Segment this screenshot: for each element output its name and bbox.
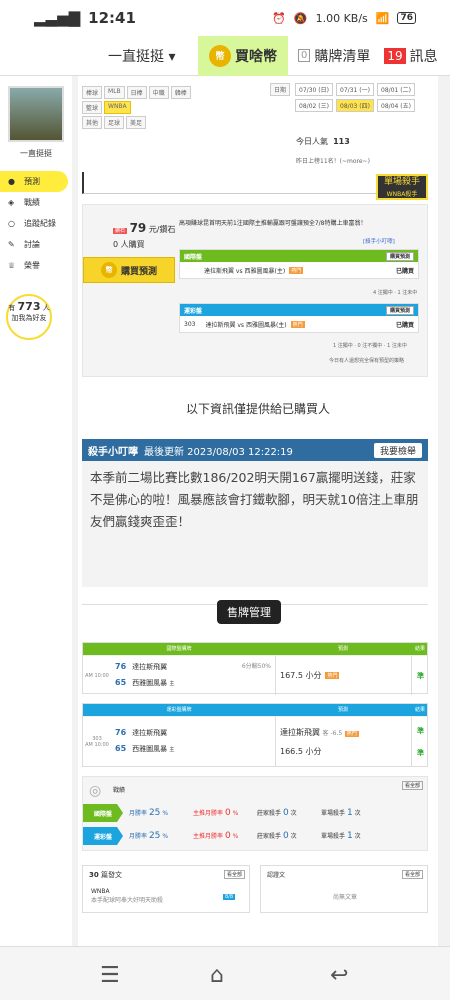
tag-cpbl[interactable]: 中職 [148,86,169,99]
status-bar: ▂▃▅▇ 12:41 ⏰ 🔕 1.00 KB/s 📶 76 [0,0,450,36]
sidebar-item-honor[interactable]: ♕ 榮譽 [0,255,72,276]
today-popularity: 今日人氣 113 [296,137,350,146]
intro-text: 高項賺球昆首明天前1注國際主推輸贏跟可盤讓預全7/8特購上車富翁！ [179,220,367,227]
message-count: 19 [384,47,406,64]
table-row: AM 10:00 76 達拉斯飛翼 6分輸50% 65 西雅圖風暴 主 167.5 小分… [83,655,427,695]
tag-label: 其他 [82,116,103,129]
tw-buy-button[interactable]: 購買預測 [385,305,414,315]
record-icon: ◈ [8,198,15,207]
report-button[interactable]: 我要檢舉 [373,442,422,458]
top-nav: 一直挺挺 ▾ 幣 買啥幣 0 購牌清單 19 訊息 [0,35,450,76]
honor-icon: ♕ [8,261,16,270]
user-dropdown[interactable]: 一直挺挺 ▾ [108,46,198,66]
home-icon[interactable]: ⌂ [210,963,224,988]
intl-mini-card: 國際盤 購買預測 達拉斯飛翼 vs 西雅圖風暴(主) 熱門 已購買 [179,249,419,279]
coin-icon: 幣 [209,44,231,67]
cart-button[interactable]: 0 購牌清單 [298,46,370,66]
tips-body: 本季前二場比賽比數186/202明天開167贏擺明送錢，莊家不是佛心的啦！風暴應… [90,470,419,529]
tag-wnba[interactable]: WNBA [104,101,131,114]
sidebar: 一直挺挺 ● 預測 ◈ 戰績 ○ 追蹤紀錄 ✎ 討論 ♕ 榮譽 有 773 人加我為好友 [0,76,72,946]
date-option[interactable]: 07/31 (一) [336,83,374,96]
sidebar-item-discuss[interactable]: ✎ 討論 [0,234,72,255]
alarm-icon: ⏰ [272,11,286,25]
date-option[interactable]: 08/02 (三) [295,99,333,112]
prediction-panel: 鑽石 79 元/鑽石 0 人購買 幣購買預測 高項賺球昆首明天前1注國際主推輸贏… [82,204,428,377]
date-option[interactable]: 07/30 (日) [295,83,333,96]
date-option-selected[interactable]: 08/03 (四) [336,99,374,112]
predict-icon: ● [8,177,15,186]
diamond-icon: 鑽石 [113,228,128,234]
follow-icon: ○ [8,219,15,228]
tag-kbo[interactable]: 韓棒 [170,86,191,99]
main-panel: 棒球 MLB 日棒 中職 韓棒 籃球 WNBA 其他 足球 美足 日期 07/3… [78,76,438,946]
coin-icon: 幣 [100,262,117,278]
clock: 12:41 [88,9,136,27]
purchase-notice: 以下資訊僅提供給已購買人 [185,402,330,416]
stats-card: ◎ 戰績 看全部 國際盤 月勝率 25 % 主推月勝率 0 % 莊家殺手 0 次… [82,776,428,851]
battery-icon: 76 [397,12,416,24]
stats-see-all[interactable]: 看全部 [401,781,423,790]
back-icon[interactable]: ↩ [330,963,348,988]
buy-prediction-button[interactable]: 幣購買預測 [83,257,175,283]
intl-table: 國際盤購牌 預測 結果 AM 10:00 76 達拉斯飛翼 6分輸50% 65 西雅圖風暴 … [82,642,428,695]
tag-soccer[interactable]: 足球 [104,116,125,129]
killer-tips-card: 殺手小叮嚀 最後更新 2023/08/03 12:22:19 我要檢舉 本季前二場比… [82,439,428,587]
signal-icon: ▂▃▅▇ [34,9,81,27]
date-option[interactable]: 08/01 (二) [377,83,415,96]
table-row: 303 AM 10:00 76 達拉斯飛翼 65 西雅圖風暴 主 達拉斯飛翼 客 -6.… [83,716,427,766]
date-selector: 日期 07/30 (日) 07/31 (一) 08/01 (二) 08/02 (… [270,83,420,112]
diamond-price: 鑽石 79 元/鑽石 [113,221,176,235]
buyer-count: 0 人購買 [113,240,145,249]
list-item[interactable]: WNBA 本手配球阿奉大好明天助殺 [91,888,163,904]
tag-label: 棒球 [82,86,103,99]
sales-management-button[interactable]: 售牌管理 [217,600,281,624]
stats-icon: ◎ [89,783,102,799]
updated-time: 最後更新 2023/08/03 12:22:19 [144,446,293,458]
intl-buy-button[interactable]: 購買預測 [385,251,414,261]
sidebar-item-predict[interactable]: ● 預測 [0,171,68,192]
rank-text: 昨日上榜11名！(~more~) [296,158,370,165]
tw-mini-card: 運彩盤 購買預測 303 達拉斯飛翼 vs 西雅圖風暴(主) 熱門 已購買 [179,303,419,333]
bottom-cards: 30 篇發文 看全部 WNBA 本手配球阿奉大好明天助殺 8/8 認證文 看全部 … [82,865,428,923]
date-option[interactable]: 08/04 (五) [377,99,415,112]
posts-see-all[interactable]: 看全部 [223,870,245,879]
tag-mlb[interactable]: MLB [104,86,125,99]
tag-football[interactable]: 美足 [126,116,147,129]
sidebar-item-follow[interactable]: ○ 追蹤紀錄 [0,213,72,234]
tips-title: 殺手小叮嚀 [88,446,138,458]
tag-npb[interactable]: 日棒 [126,86,147,99]
username: 一直挺挺 [20,149,52,158]
mute-icon: 🔕 [293,11,308,25]
sidebar-item-record[interactable]: ◈ 戰績 [0,192,72,213]
avatar[interactable] [8,86,64,142]
replies-card: 認證文 看全部 尚無文章 [260,865,428,913]
tag-label: 籃球 [82,101,103,114]
tw-table: 運彩盤購牌 預測 結果 303 AM 10:00 76 達拉斯飛翼 65 西雅圖風暴 主 達… [82,703,428,767]
friends-bubble[interactable]: 有 773 人加我為好友 [6,294,52,340]
system-nav-bar: ☰ ⌂ ↩ [0,946,450,1000]
net-speed: 1.00 KB/s [315,11,368,25]
date-label: 日期 [270,83,291,96]
killer-badge: 單場殺手 WNBA殺手 [376,174,428,200]
replies-see-all[interactable]: 看全部 [401,870,423,879]
cart-count: 0 [298,49,311,62]
wifi-icon: 📶 [375,11,390,25]
discuss-icon: ✎ [8,240,15,249]
messages-button[interactable]: 19 訊息 [384,46,438,66]
menu-icon[interactable]: ☰ [100,963,120,988]
posts-card: 30 篇發文 看全部 WNBA 本手配球阿奉大好明天助殺 8/8 [82,865,250,913]
tips-link[interactable]: [殺手小叮嚀] [363,237,395,245]
buy-coins-button[interactable]: 幣 買啥幣 [198,35,288,76]
